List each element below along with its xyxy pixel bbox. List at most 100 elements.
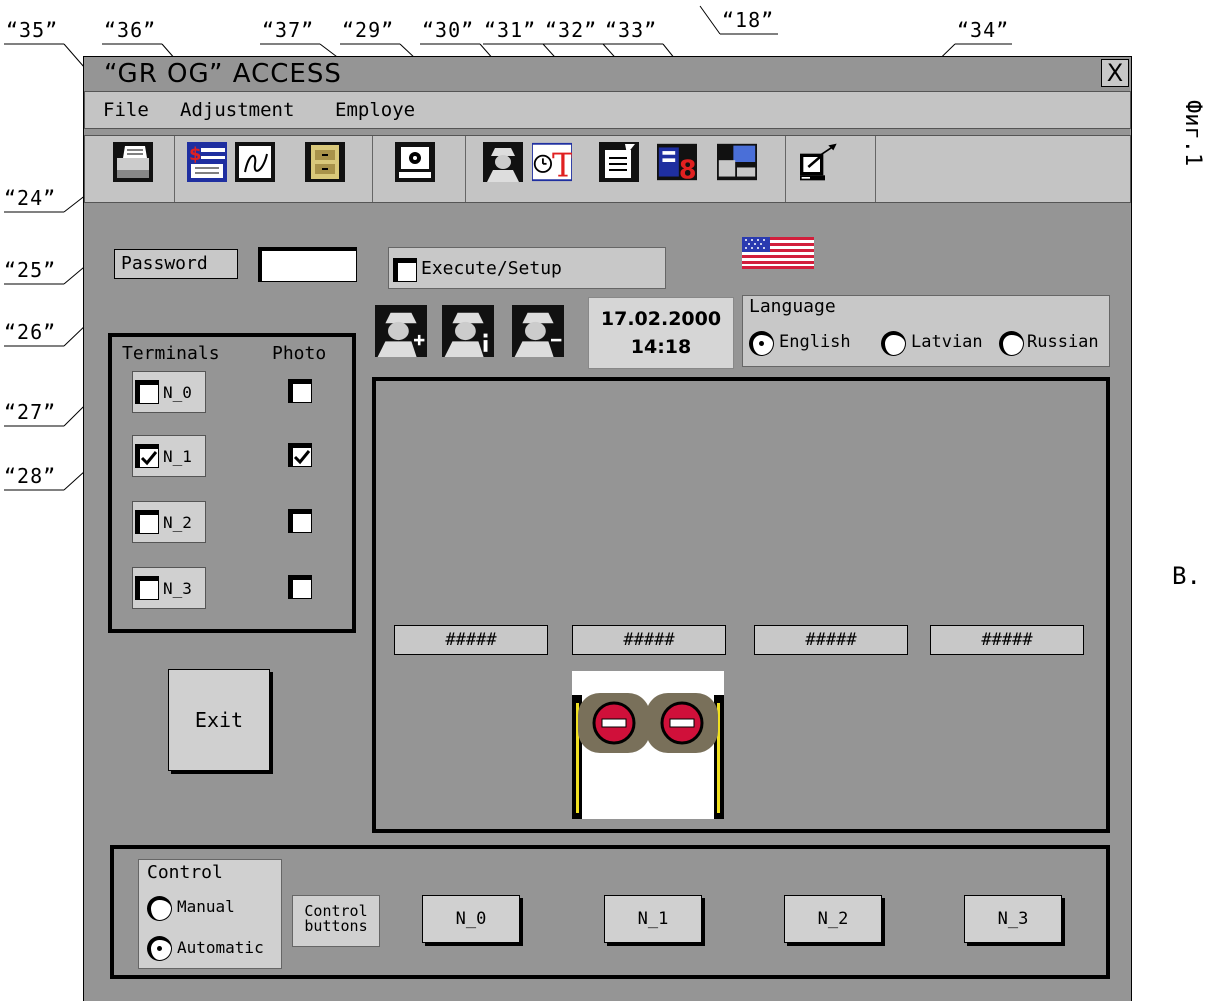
callout-26: “26” (4, 320, 57, 344)
menu-employe[interactable]: Employe (335, 99, 415, 121)
remove-employee-icon[interactable] (512, 305, 564, 357)
checkmark-icon (293, 450, 311, 465)
checkmark-icon (140, 451, 158, 466)
terminal-label: N_3 (163, 579, 192, 598)
printer-icon[interactable] (113, 142, 153, 182)
radio-latvian[interactable] (881, 331, 906, 356)
signature-icon[interactable] (235, 142, 275, 182)
language-title: Language (749, 296, 836, 317)
svg-text:T: T (552, 147, 572, 182)
terminals-header: Terminals (122, 343, 220, 364)
timesheet-icon[interactable]: T (532, 142, 572, 182)
agent-icon[interactable] (483, 142, 523, 182)
terminal-label: N_1 (163, 447, 192, 466)
toolbar: $ T 8 (84, 135, 1131, 203)
control-title: Control (147, 862, 223, 883)
close-button[interactable]: X (1101, 59, 1129, 87)
callout-27: “27” (4, 400, 57, 424)
exit-button[interactable]: Exit (168, 669, 270, 771)
window-title: “GR OG” ACCESS (104, 59, 342, 89)
date-display: 17.02.2000 (600, 308, 722, 330)
terminal-label: N_0 (163, 383, 192, 402)
photo-checkbox-1[interactable] (288, 443, 312, 467)
terminal-counter-3: ##### (930, 625, 1084, 655)
control-button-n1[interactable]: N_1 (604, 895, 702, 943)
control-panel: Control Manual Automatic Control buttons… (110, 845, 1110, 979)
callout-30: “30” (422, 18, 475, 42)
time-display: 14:18 (630, 336, 692, 358)
callout-34: “34” (957, 18, 1010, 42)
radio-english[interactable] (749, 331, 774, 356)
terminal-toggle-3[interactable]: N_3 (132, 567, 206, 609)
callout-25: “25” (4, 258, 57, 282)
terminal-checkbox[interactable] (135, 576, 159, 600)
terminal-toggle-2[interactable]: N_2 (132, 501, 206, 543)
radio-russian[interactable] (999, 331, 1024, 356)
photo-checkbox-3[interactable] (288, 575, 312, 599)
photo-header: Photo (272, 343, 327, 364)
terminal-checkbox[interactable] (135, 380, 159, 404)
execute-setup-checkbox[interactable] (393, 258, 417, 282)
title-bar: “GR OG” ACCESS X (84, 57, 1131, 90)
terminal-toggle-1[interactable]: N_1 (132, 435, 206, 477)
terminal-toggle-0[interactable]: N_0 (132, 371, 206, 413)
callout-37: “37” (262, 18, 315, 42)
price-list-icon[interactable]: $ (187, 142, 227, 182)
radio-manual[interactable] (147, 896, 172, 921)
callout-32: “32” (545, 18, 598, 42)
terminals-panel: Terminals Photo N_0 N_1 N_2 N_3 (108, 333, 356, 633)
callout-36: “36” (104, 18, 157, 42)
transfer-icon[interactable]: 8 (657, 142, 697, 182)
datetime-panel: 17.02.2000 14:18 (588, 297, 734, 369)
control-buttons-label-line2: buttons (304, 917, 368, 935)
terminal-checkbox[interactable] (135, 510, 159, 534)
control-button-n0[interactable]: N_0 (422, 895, 520, 943)
execute-setup-toggle[interactable]: Execute/Setup (388, 247, 666, 289)
terminal-counter-2: ##### (754, 625, 908, 655)
callout-18: “18” (722, 8, 775, 32)
terminal-label: N_2 (163, 513, 192, 532)
svg-text:8: 8 (679, 155, 697, 182)
callout-29: “29” (342, 18, 395, 42)
radio-automatic[interactable] (147, 936, 172, 961)
computer-network-icon[interactable] (717, 142, 757, 182)
photo-checkbox-2[interactable] (288, 509, 312, 533)
callout-31: “31” (484, 18, 537, 42)
terminal-display-panel: ##### ##### ##### ##### (372, 377, 1110, 833)
toolbar-separator (785, 136, 786, 202)
side-letter: B. (1172, 562, 1201, 590)
terminal-counter-1: ##### (572, 625, 726, 655)
menu-file[interactable]: File (103, 99, 149, 121)
password-label: Password (114, 249, 238, 279)
toolbar-separator (465, 136, 466, 202)
app-window: “GR OG” ACCESS X File Adjustment Employe… (83, 56, 1132, 1001)
turnstile-gate-icon (572, 671, 724, 819)
radio-manual-label: Manual (177, 897, 235, 916)
control-button-n3[interactable]: N_3 (964, 895, 1062, 943)
callout-35: “35” (6, 18, 59, 42)
control-buttons-label: Control buttons (292, 895, 380, 947)
photo-checkbox-0[interactable] (288, 379, 312, 403)
menu-adjustment[interactable]: Adjustment (180, 99, 294, 121)
file-cabinet-icon[interactable] (305, 142, 345, 182)
export-icon[interactable] (800, 142, 840, 182)
callout-24: “24” (4, 186, 57, 210)
employee-info-icon[interactable] (442, 305, 494, 357)
terminal-checkbox[interactable] (135, 444, 159, 468)
radio-english-label: English (779, 332, 851, 352)
language-group: Language English Latvian Russian (742, 295, 1110, 367)
control-mode-group: Control Manual Automatic (138, 859, 282, 969)
control-button-n2[interactable]: N_2 (784, 895, 882, 943)
radio-latvian-label: Latvian (911, 332, 983, 352)
svg-text:$: $ (189, 144, 202, 165)
radio-russian-label: Russian (1027, 332, 1099, 352)
disk-icon[interactable] (395, 142, 435, 182)
menu-bar: File Adjustment Employe (84, 91, 1131, 129)
password-input[interactable] (258, 247, 357, 282)
toolbar-separator (875, 136, 876, 202)
toolbar-separator (372, 136, 373, 202)
figure-label: Фиг.1 (1180, 100, 1205, 167)
callout-33: “33” (605, 18, 658, 42)
document-edit-icon[interactable] (599, 142, 639, 182)
add-employee-icon[interactable] (375, 305, 427, 357)
